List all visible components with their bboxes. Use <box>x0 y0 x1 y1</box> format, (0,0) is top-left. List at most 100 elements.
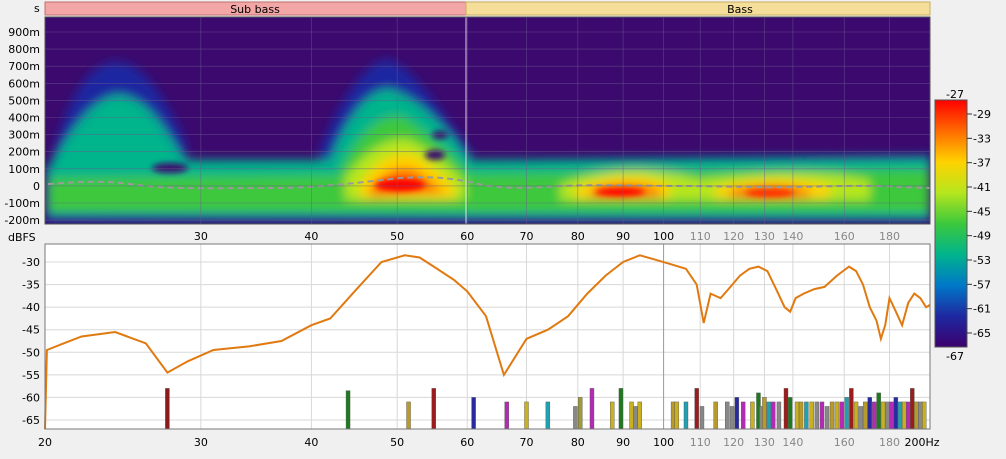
marker-bar <box>889 401 894 430</box>
marker-bar <box>578 397 583 430</box>
colorbar-tick-label: -45 <box>973 205 991 218</box>
spectrogram-y-tick-label: 300m <box>8 129 40 142</box>
colorbar-tick-label: -29 <box>973 108 991 121</box>
marker-bar <box>770 401 776 430</box>
band-bass-label: Bass <box>727 3 753 16</box>
marker-bar <box>762 397 767 430</box>
marker-bar <box>610 401 615 430</box>
spectrogram-y-tick-label: 600m <box>8 77 40 90</box>
plot-x-tick-label: 130 <box>754 436 775 449</box>
spectrogram-y-tick-label: 400m <box>8 112 40 125</box>
spectrogram-y-tick-label: 800m <box>8 43 40 56</box>
band-header: Sub bass Bass <box>44 1 931 16</box>
marker-bar <box>670 401 676 430</box>
spectrogram-y-tick-label: 500m <box>8 94 40 107</box>
spectrogram-y-tick-label: -200m <box>4 214 40 227</box>
spectrogram-y-tick-label: -100m <box>4 197 40 210</box>
plot-y-tick-label: -50 <box>22 346 40 359</box>
plot-x-tick-label: 120 <box>723 436 744 449</box>
marker-bar <box>819 401 825 430</box>
colorbar-tick-label: -37 <box>973 157 991 170</box>
band-sub-bass-label: Sub bass <box>230 3 280 16</box>
band-bass <box>465 1 931 16</box>
spectrogram-y-ticks: 900m 800m 700m 600m 500m 400m 300m 200m 100m 0 -10… <box>4 26 40 227</box>
marker-bar <box>867 397 872 430</box>
marker-bar <box>858 406 863 430</box>
plot-y-tick-label: -45 <box>22 324 40 337</box>
marker-bar <box>674 401 680 430</box>
spectrogram-x-tick-label: 40 <box>304 230 318 243</box>
marker-bar <box>750 401 755 430</box>
marker-bar <box>589 388 595 430</box>
colorbar-bottom-label: -67 <box>946 350 964 363</box>
colorbar-ticks: -29 -33 -37 -41 -45 -49 -53 -57 -61 -65 <box>967 108 991 340</box>
marker-bar <box>725 401 730 430</box>
colorbar-tick-label: -65 <box>973 327 991 340</box>
marker-bar <box>431 388 437 430</box>
dbfs-label: dBFS <box>8 231 36 244</box>
spectrogram-x-tick-label: 90 <box>616 230 630 243</box>
marker-bar <box>829 401 835 430</box>
plot-x-tick-label: 140 <box>782 436 803 449</box>
spectrogram-x-tick-label: 160 <box>834 230 855 243</box>
marker-bar <box>713 401 718 430</box>
marker-bar <box>814 401 820 430</box>
spectrogram-y-tick-label: 100m <box>8 163 40 176</box>
spectrogram-x-tick-label: 70 <box>520 230 534 243</box>
marker-bar <box>734 397 740 430</box>
spectrogram-y-tick-label: 200m <box>8 146 40 159</box>
plot-x-tick-label: 30 <box>194 436 208 449</box>
colorbar-tick-label: -49 <box>973 230 991 243</box>
marker-bar <box>776 401 782 430</box>
plot-x-tick-label: 60 <box>460 436 474 449</box>
spectrogram-x-tick-label: 60 <box>460 230 474 243</box>
marker-bar <box>914 401 919 430</box>
marker-bar <box>633 406 638 430</box>
marker-bar <box>798 401 804 430</box>
plot-y-tick-label: -30 <box>22 256 40 269</box>
chart-window: Sub bass Bass s dBFS 900m 800m 700m 600m… <box>0 0 1006 455</box>
marker-bar <box>740 401 746 430</box>
spectrogram-x-tick-label: 140 <box>782 230 803 243</box>
spectrogram-panel: s dBFS 900m800m700m600m500m400m300m200m1… <box>4 2 931 244</box>
chart-canvas: Sub bass Bass s dBFS 900m800m700m600m500… <box>4 1 991 449</box>
marker-bar <box>885 401 890 430</box>
marker-bar <box>629 401 634 430</box>
spectrogram-y-tick-label: 700m <box>8 60 40 73</box>
plot-x-tick-label: 100 <box>653 436 674 449</box>
spectrogram-x-tick-label: 50 <box>390 230 404 243</box>
marker-bar <box>844 397 849 430</box>
marker-bar <box>863 401 868 430</box>
plot-background <box>45 244 930 429</box>
plot-x-tick-label: 200Hz <box>904 436 939 449</box>
marker-bar <box>853 401 859 430</box>
plot-y-tick-label: -40 <box>22 301 40 314</box>
spectrogram-x-tick-label: 80 <box>571 230 585 243</box>
colorbar-scale <box>934 99 968 348</box>
marker-bar <box>893 397 899 430</box>
plot-y-tick-label: -60 <box>22 391 40 404</box>
spectrogram-x-tick-label: 180 <box>879 230 900 243</box>
plot-y-tick-label: -55 <box>22 369 40 382</box>
spectrogram-x-ticks: 30 40 50 60 70 80 90 100 110 120 130 140 160 180 <box>194 230 900 243</box>
plot-x-tick-label: 70 <box>520 436 534 449</box>
marker-bar <box>787 397 793 430</box>
colorbar-tick-label: -57 <box>973 278 991 291</box>
marker-bar <box>694 388 699 430</box>
marker-bar <box>918 401 923 430</box>
spectrogram-x-tick-label: 120 <box>723 230 744 243</box>
marker-bar <box>876 392 881 430</box>
spectrogram-x-tick-label: 130 <box>754 230 775 243</box>
spectrogram-y-tick-label: 900m <box>8 26 40 39</box>
spectrogram-unit-label: s <box>34 2 40 15</box>
plot-x-tick-label: 40 <box>304 436 318 449</box>
marker-bar <box>824 406 830 430</box>
marker-bar <box>766 401 772 430</box>
plot-x-tick-label: 50 <box>390 436 404 449</box>
plot-y-ticks: -30 -35 -40 -45 -50 -55 -60 -65 <box>22 256 40 427</box>
marker-bar <box>345 390 351 430</box>
marker-bar <box>910 388 915 430</box>
plot-x-tick-label: 20 <box>38 436 52 449</box>
spectrogram-x-tick-label: 100 <box>653 230 674 243</box>
marker-bar <box>880 401 886 430</box>
